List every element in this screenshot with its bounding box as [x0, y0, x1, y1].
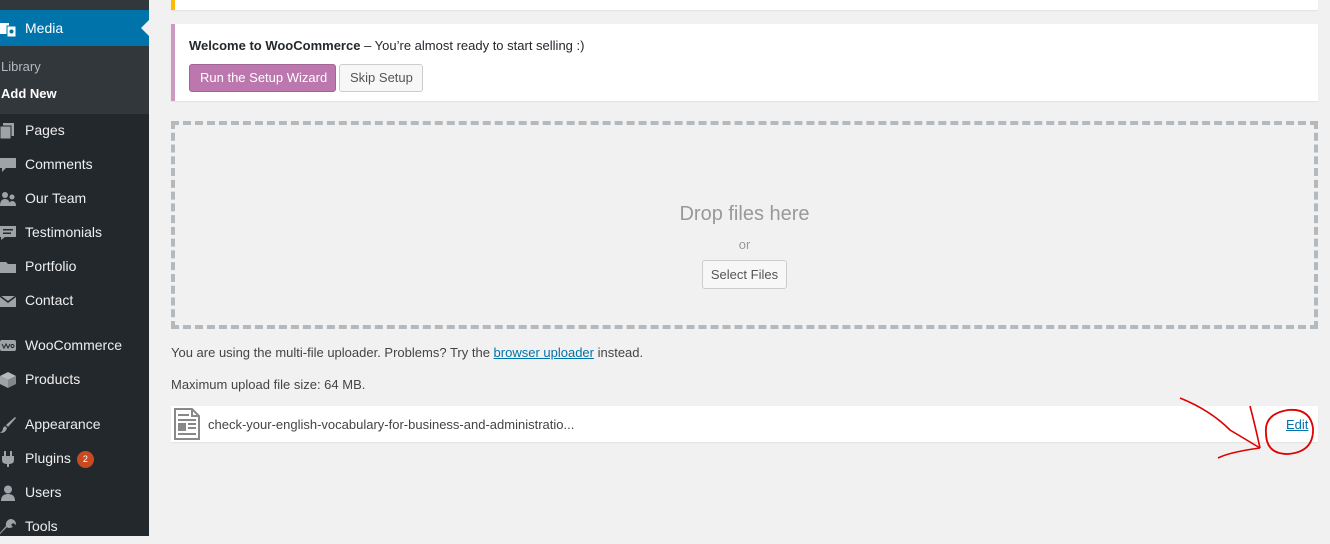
menu-item-label: Contact [25, 292, 74, 308]
media-submenu: Library Add New [0, 46, 149, 114]
menu-item-label: Comments [25, 156, 93, 172]
users-icon [0, 192, 16, 206]
submenu-item-library[interactable]: Library [1, 59, 41, 74]
pages-icon [0, 123, 14, 139]
menu-item-comments[interactable]: Comments [0, 148, 149, 182]
woo-notice-text: – You’re almost ready to start selling :… [360, 38, 585, 53]
upload-drop-zone[interactable]: Drop files here or Select Files [171, 121, 1318, 329]
browser-uploader-link[interactable]: browser uploader [494, 345, 594, 360]
menu-item-plugins[interactable]: Plugins 2 [0, 442, 149, 476]
skip-setup-button[interactable]: Skip Setup [339, 64, 423, 92]
run-setup-wizard-button[interactable]: Run the Setup Wizard [189, 64, 336, 92]
menu-item-label: Users [25, 484, 62, 500]
menu-item-label: Pages [25, 122, 65, 138]
uploader-info-suffix: instead. [593, 345, 644, 360]
uploaded-media-item: check-your-english-vocabulary-for-busine… [171, 406, 1318, 442]
drop-or-text: or [738, 237, 751, 252]
box-icon [0, 372, 16, 388]
sidebar-top-strip [0, 0, 149, 10]
menu-item-media-label: Media [25, 20, 64, 36]
menu-item-users[interactable]: Users [0, 476, 149, 510]
folder-icon [0, 262, 16, 273]
media-filename: check-your-english-vocabulary-for-busine… [208, 417, 575, 432]
woo-notice-title: Welcome to WooCommerce [189, 38, 361, 53]
comments-icon [0, 158, 16, 172]
menu-item-label: Tools [25, 518, 58, 534]
menu-item-label: Appearance [25, 416, 101, 432]
max-upload-size: Maximum upload file size: 64 MB. [171, 377, 366, 392]
menu-item-appearance[interactable]: Appearance [0, 408, 149, 442]
menu-item-label: Portfolio [25, 258, 77, 274]
woocommerce-welcome-notice: Welcome to WooCommerce – You’re almost r… [171, 24, 1318, 101]
menu-item-woocommerce[interactable]: WooCommerce [0, 329, 149, 363]
menu-item-tools[interactable]: Tools [0, 510, 149, 544]
brush-icon [0, 417, 16, 433]
uploader-info-prefix: You are using the multi-file uploader. P… [171, 345, 494, 360]
menu-item-our-team[interactable]: Our Team [0, 182, 149, 216]
red-arrow-circle-annotation [1179, 397, 1314, 459]
plugins-update-badge: 2 [76, 451, 94, 468]
testimonials-icon [0, 226, 16, 240]
menu-item-portfolio[interactable]: Portfolio [0, 250, 149, 284]
menu-item-products[interactable]: Products [0, 363, 149, 397]
menu-item-label: Products [25, 371, 81, 387]
wrench-icon [0, 519, 16, 535]
menu-item-label: Plugins 2 [25, 450, 94, 468]
menu-item-label: WooCommerce [25, 337, 122, 353]
menu-item-label: Testimonials [25, 224, 103, 240]
user-icon [1, 485, 15, 501]
envelope-icon [0, 295, 16, 307]
uploader-info: You are using the multi-file uploader. P… [171, 345, 643, 360]
menu-item-plugins-label: Plugins [25, 450, 71, 466]
admin-notice-partial [171, 0, 1318, 10]
woo-notice-message: Welcome to WooCommerce – You’re almost r… [189, 38, 584, 53]
current-menu-arrow [141, 20, 149, 36]
menu-item-contact[interactable]: Contact [0, 284, 149, 318]
menu-item-pages[interactable]: Pages [0, 114, 149, 148]
drop-files-text: Drop files here [679, 203, 810, 225]
woo-icon [0, 340, 16, 351]
admin-sidebar: Media Library Add New Pages Comments Our… [0, 0, 149, 536]
submenu-item-add-new[interactable]: Add New [1, 86, 57, 101]
document-file-icon [174, 408, 200, 440]
menu-item-media[interactable]: Media [0, 10, 149, 46]
select-files-button[interactable]: Select Files [702, 260, 787, 289]
menu-item-testimonials[interactable]: Testimonials [0, 216, 149, 250]
menu-item-label: Our Team [25, 190, 87, 206]
plugin-icon [2, 451, 14, 467]
media-icon [0, 23, 16, 37]
